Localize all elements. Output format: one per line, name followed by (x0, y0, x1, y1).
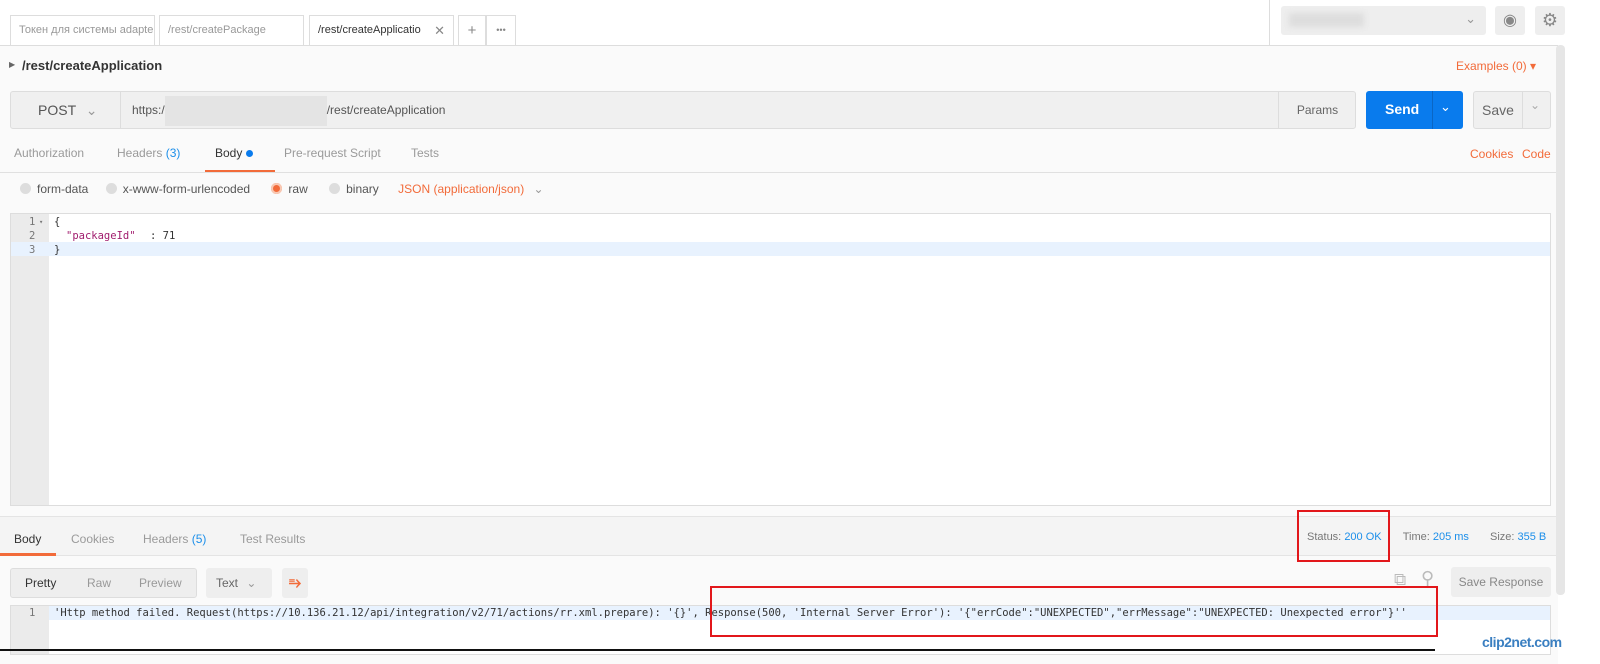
radio-icon (105, 183, 117, 194)
radio-icon (20, 183, 31, 194)
chevron-down-icon: ⌄ (246, 576, 257, 590)
code-line: 3} (29, 244, 61, 256)
highlight-box-response (710, 586, 1438, 637)
method-select[interactable]: POST ⌄ (11, 92, 121, 128)
fold-icon[interactable]: ▾ (39, 218, 43, 226)
eye-icon[interactable]: ◉ (1495, 6, 1525, 35)
examples-dropdown[interactable]: Examples (0) ▾ (1456, 59, 1536, 73)
divider (1432, 91, 1433, 129)
chevron-down-icon: ⌄ (533, 182, 544, 196)
response-tab-body[interactable]: Body (14, 532, 41, 546)
watermark: clip2net.com (1482, 634, 1562, 650)
time-value: 205 ms (1432, 531, 1469, 543)
divider (1522, 92, 1523, 128)
chevron-down-icon[interactable]: ⌄ (1530, 98, 1540, 112)
code-link[interactable]: Code (1522, 147, 1551, 161)
send-button[interactable]: Send ⌄ (1366, 91, 1463, 129)
request-tab[interactable]: /rest/createPackage (159, 15, 304, 45)
add-tab-button[interactable]: + (458, 15, 486, 45)
highlight-box-status (1297, 510, 1390, 562)
divider (0, 172, 1558, 173)
format-select[interactable]: Text ⌄ (206, 568, 272, 598)
chevron-down-icon: ⌄ (1465, 11, 1476, 26)
url-bar: POST ⌄ https://rest/createApplication Pa… (10, 91, 1356, 129)
tab-authorization[interactable]: Authorization (14, 146, 84, 160)
tab-headers[interactable]: Headers (3) (117, 146, 180, 160)
params-button[interactable]: Params (1278, 92, 1356, 128)
radio-icon (329, 183, 341, 194)
raw-button[interactable]: Raw (87, 569, 111, 597)
radio-raw[interactable]: raw (271, 182, 308, 196)
tab-tests[interactable]: Tests (411, 146, 439, 160)
close-icon[interactable]: ✕ (434, 16, 445, 45)
code-lines: 1 ▾{ 2 "packageId": 71 3} (11, 216, 1550, 258)
more-tabs-button[interactable]: ••• (486, 15, 516, 45)
request-tab-active[interactable]: /rest/createApplicatio ✕ (309, 15, 454, 46)
size-value: 355 B (1517, 531, 1547, 543)
active-tab-indicator (0, 553, 56, 556)
redacted-host (164, 95, 327, 126)
radio-x-www-form-urlencoded[interactable]: x-www-form-urlencoded (105, 182, 250, 196)
wrap-lines-icon[interactable]: ⥱ (282, 568, 308, 598)
gear-icon[interactable]: ⚙ (1535, 6, 1565, 35)
scrollbar[interactable] (1556, 45, 1565, 595)
response-tab-cookies[interactable]: Cookies (71, 532, 114, 546)
caret-right-icon[interactable]: ▶ (9, 60, 15, 69)
body-mode-options: form-data x-www-form-urlencoded raw bina… (20, 182, 544, 196)
code-line: 2 "packageId": 71 (29, 230, 176, 242)
divider (0, 649, 1435, 651)
pretty-button[interactable]: Pretty (25, 569, 56, 597)
request-title: /rest/createApplication (22, 58, 163, 73)
tab-body[interactable]: Body (215, 146, 253, 160)
modified-dot-icon (245, 150, 253, 157)
blurred-value (1289, 13, 1364, 27)
cookies-link[interactable]: Cookies (1470, 147, 1513, 161)
chevron-down-icon: ⌄ (85, 102, 98, 118)
view-mode-group: Pretty Raw Preview (10, 568, 197, 598)
code-line: 1 ▾{ (29, 216, 61, 228)
preview-button[interactable]: Preview (139, 569, 182, 597)
chevron-down-icon[interactable]: ⌄ (1440, 99, 1451, 115)
tab-pre-request-script[interactable]: Pre-request Script (284, 146, 381, 160)
body-editor[interactable]: 1 ▾{ 2 "packageId": 71 3} (10, 213, 1551, 506)
radio-form-data[interactable]: form-data (20, 182, 88, 196)
save-response-button[interactable]: Save Response (1451, 567, 1551, 597)
url-input[interactable]: https://rest/createApplication (122, 92, 1278, 128)
response-tab-headers[interactable]: Headers (5) (143, 532, 206, 546)
environment-select[interactable]: ⌄ (1281, 6, 1486, 35)
request-panel: ▶ /rest/createApplication Examples (0) ▾… (0, 45, 1558, 664)
radio-selected-icon (271, 183, 283, 194)
content-type-select[interactable]: JSON (application/json) ⌄ (398, 182, 543, 196)
save-button[interactable]: Save ⌄ (1473, 91, 1551, 129)
request-tab[interactable]: Токен для системы adapte (10, 15, 155, 45)
response-tab-test-results[interactable]: Test Results (240, 532, 305, 546)
divider (1269, 0, 1270, 45)
radio-binary[interactable]: binary (329, 182, 379, 196)
